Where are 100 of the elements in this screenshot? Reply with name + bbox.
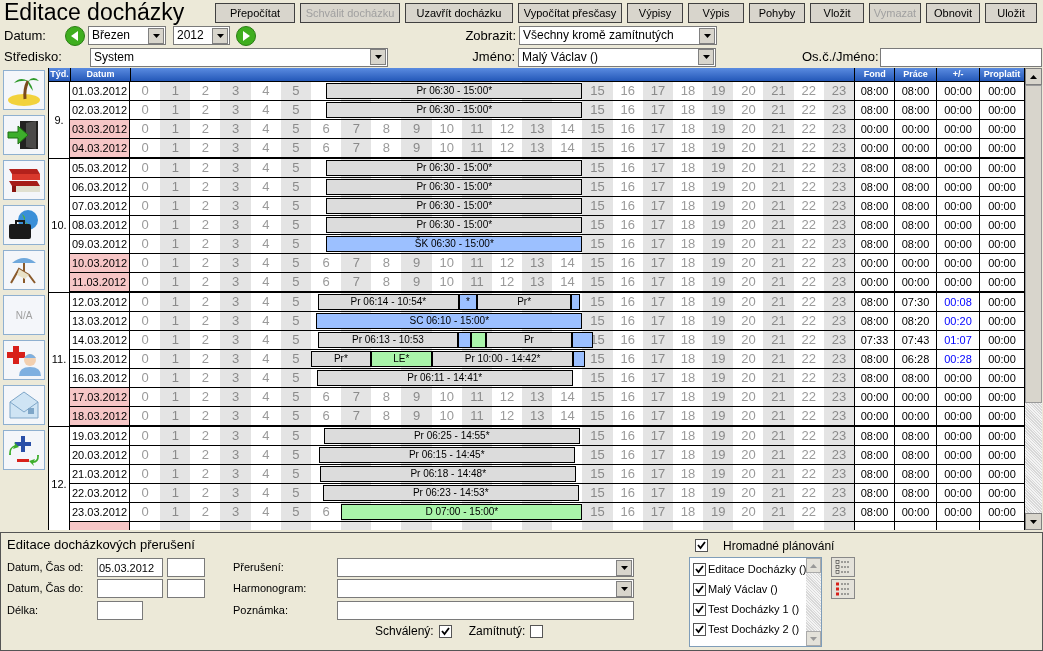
time-bar[interactable]: ŠK 06:30 - 15:00* [326,236,583,252]
dropdown[interactable]: Malý Václav () [518,47,716,67]
time-bar[interactable]: Pr 06:30 - 15:00* [326,102,583,118]
date-field[interactable]: 05.03.2012 [97,558,163,577]
scrollbar-thumb[interactable] [1025,85,1042,403]
time-bar[interactable]: Pr 06:30 - 15:00* [326,198,583,214]
time-bar[interactable]: SC 06:10 - 15:00* [316,313,583,329]
date-cell: 01.03.2012 [70,82,130,100]
dropdown-button[interactable] [370,49,386,65]
hour-cell: 4 [250,101,281,119]
table-cell: 00:00 [980,369,1025,387]
hour-cell: 15 [582,407,613,425]
toolbar-button[interactable]: Vypočítat přesčasy [518,3,622,23]
previous-icon[interactable] [65,25,85,46]
time-bar[interactable]: D 07:00 - 15:00* [341,504,583,520]
dropdown-button[interactable] [212,27,228,44]
toolbar-button[interactable]: Obnovit [926,3,980,23]
time-bar[interactable]: Pr 06:13 - 10:53 [317,332,459,348]
time-field[interactable] [167,579,205,598]
dropdown-button[interactable] [698,49,714,65]
dropdown[interactable] [337,558,634,577]
table-cell: 00:00 [937,427,980,445]
time-bar[interactable]: Pr* [476,294,572,310]
table-cell: 08:00 [855,369,895,387]
time-bar[interactable] [573,351,585,367]
person-checkbox[interactable] [693,603,706,616]
approved-checkbox[interactable] [438,624,452,638]
hour-cell: 18 [673,427,704,445]
tool-button[interactable] [3,115,45,155]
week-number: 9. [49,82,70,158]
time-bar[interactable]: Pr 06:11 - 14:41* [316,370,573,386]
search-field[interactable] [880,47,1042,67]
length-field[interactable] [97,600,143,620]
scroll-up-button[interactable] [1025,68,1042,85]
rejected-checkbox[interactable] [530,624,544,638]
time-bar[interactable]: Pr 06:23 - 14:53* [322,485,579,501]
hour-cell: 15 [582,293,613,311]
person-checkbox[interactable] [693,623,706,636]
list-tool-button[interactable] [831,557,855,577]
time-bar[interactable] [571,294,580,310]
dropdown[interactable]: Všechny kromě zamítnutých [519,26,717,45]
date-field[interactable] [97,579,163,598]
note-field[interactable] [337,600,634,620]
time-bar[interactable]: Pr 06:15 - 14:45* [318,447,575,463]
bulk-checkbox[interactable] [695,539,708,552]
list-item[interactable]: Editace Docházky () [708,561,807,578]
hour-cell: 18 [673,273,704,291]
dropdown-button[interactable] [616,580,632,597]
scroll-down-button[interactable] [1025,513,1042,530]
hour-cell: 15 [582,254,613,272]
toolbar-button[interactable]: Výpisy [627,3,683,23]
toolbar-button[interactable]: Přepočítat [215,3,295,23]
tool-button[interactable] [3,70,45,110]
tool-button[interactable] [3,205,45,245]
hour-cell: 15 [582,273,613,291]
dropdown[interactable]: 2012 [173,26,230,45]
time-bar[interactable]: Pr 06:30 - 15:00* [326,179,583,195]
list-tool-button[interactable] [831,579,855,599]
toolbar-button[interactable]: Pohyby [749,3,805,23]
dropdown-button[interactable] [148,27,164,44]
list-item[interactable]: Test Docházky 1 () [708,601,800,618]
tool-button[interactable] [3,160,45,200]
dropdown[interactable] [337,579,634,598]
person-checkbox[interactable] [693,583,706,596]
dropdown-button[interactable] [699,27,715,44]
time-bar[interactable]: Pr 06:25 - 14:55* [323,428,580,444]
next-icon[interactable] [236,25,256,46]
time-bar[interactable]: Pr 06:18 - 14:48* [320,466,577,482]
hour-cell: 17 [642,273,673,291]
hour-cell: 14 [552,120,583,138]
time-bar[interactable]: LE* [370,351,432,367]
toolbar-button[interactable]: Uložit [985,3,1037,23]
time-bar[interactable] [458,332,472,348]
time-bar[interactable]: Pr 06:30 - 15:00* [326,217,583,233]
toolbar-button[interactable]: Uzavřít docházku [405,3,513,23]
list-item[interactable]: Test Docházky 2 () [708,621,800,638]
hour-cell: 3 [220,197,251,215]
time-bar[interactable]: Pr 10:00 - 14:42* [431,351,574,367]
time-bar[interactable]: Pr [485,332,573,348]
person-checkbox[interactable] [693,563,706,576]
dropdown[interactable]: System [90,47,388,67]
hour-cell: 22 [793,407,824,425]
hour-cell: 22 [793,484,824,502]
time-field[interactable] [167,558,205,577]
dropdown[interactable]: Březen [88,26,166,45]
table-cell: 00:00 [980,235,1025,253]
time-bar[interactable]: Pr* [311,351,371,367]
time-bar[interactable] [471,332,486,348]
time-bar[interactable] [572,332,593,348]
toolbar-button[interactable]: Vložit [810,3,864,23]
time-bar[interactable]: Pr 06:14 - 10:54* [318,294,459,310]
tool-button[interactable] [3,430,45,470]
hour-cell: 0 [130,82,161,100]
hour-cell: 17 [642,407,673,425]
list-item[interactable]: Malý Václav () [708,581,778,598]
time-bar[interactable]: Pr 06:30 - 15:00* [326,83,583,99]
time-bar[interactable]: Pr 06:30 - 15:00* [326,160,583,176]
dropdown-button[interactable] [616,559,632,576]
toolbar-button[interactable]: Výpis [688,3,744,23]
table-cell: 08:00 [895,178,937,196]
